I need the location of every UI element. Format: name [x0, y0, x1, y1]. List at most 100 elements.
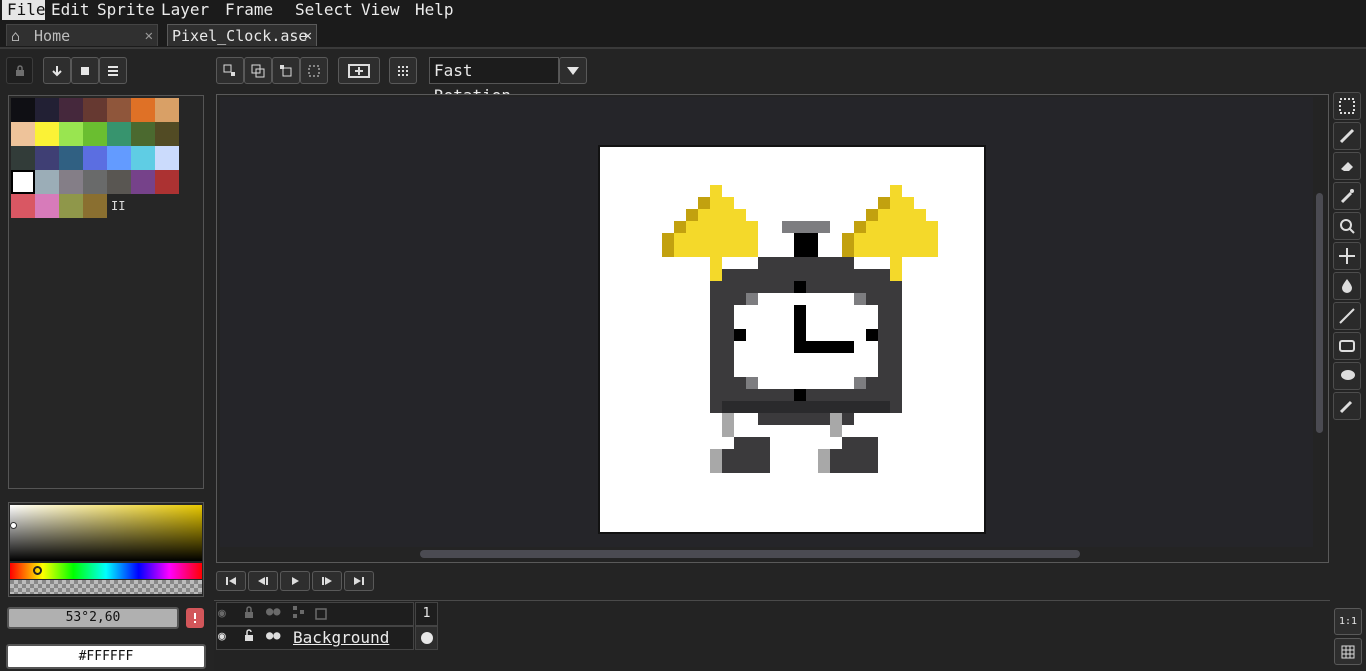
move-tool-icon[interactable]	[1333, 242, 1361, 270]
palette-swatch[interactable]	[83, 194, 107, 218]
eye-header-icon[interactable]: ◉	[218, 606, 226, 621]
spray-tool-icon[interactable]	[1333, 392, 1361, 420]
bucket-tool-icon[interactable]	[1333, 272, 1361, 300]
next-frame-button[interactable]	[312, 571, 342, 591]
grid-button[interactable]	[389, 57, 417, 84]
palette-swatch[interactable]	[107, 146, 131, 170]
palette-swatch[interactable]	[155, 170, 179, 194]
rectangle-tool-icon[interactable]	[1333, 332, 1361, 360]
palette-swatch[interactable]	[59, 170, 83, 194]
palette-swatch[interactable]	[11, 194, 35, 218]
menu-select[interactable]: Select	[295, 0, 353, 20]
continuous-header-icon[interactable]: ●●	[266, 604, 280, 618]
sv-cursor[interactable]	[10, 522, 17, 529]
previous-frame-button[interactable]	[248, 571, 278, 591]
frame-header-icon[interactable]	[315, 605, 327, 624]
right-bell	[890, 185, 902, 197]
palette-swatch[interactable]	[83, 146, 107, 170]
palette-swatch[interactable]	[35, 194, 59, 218]
play-button[interactable]	[280, 571, 310, 591]
palette-swatch[interactable]	[131, 98, 155, 122]
transform-button-2[interactable]	[244, 57, 272, 84]
close-icon[interactable]: ✕	[304, 25, 312, 47]
menu-frame[interactable]: Frame	[225, 0, 273, 20]
frame-cel[interactable]	[415, 626, 438, 650]
alpha-slider[interactable]	[10, 580, 202, 594]
hue-cursor[interactable]	[33, 566, 42, 575]
palette-swatch[interactable]	[11, 170, 35, 194]
eraser-tool-icon[interactable]	[1333, 152, 1361, 180]
menu-layer[interactable]: Layer	[161, 0, 209, 20]
menu-file[interactable]: File	[2, 0, 46, 20]
lock-icon[interactable]	[6, 57, 33, 84]
close-icon[interactable]: ✕	[145, 25, 153, 47]
palette-swatch[interactable]	[131, 122, 155, 146]
palette-swatch[interactable]	[35, 146, 59, 170]
palette-swatch[interactable]	[155, 122, 179, 146]
palette-swatch[interactable]	[59, 98, 83, 122]
palette-down-button[interactable]	[43, 57, 71, 84]
grid-toggle-icon[interactable]	[1334, 638, 1362, 665]
marquee-tool-icon[interactable]	[1333, 92, 1361, 120]
transform-button-3[interactable]	[272, 57, 300, 84]
warning-icon[interactable]	[186, 608, 204, 628]
palette-swatch[interactable]	[11, 122, 35, 146]
palette-swatch[interactable]	[59, 194, 83, 218]
left-bell-shadow	[698, 197, 710, 209]
hsv-field[interactable]: 53°2,60	[7, 607, 179, 629]
eyedropper-tool-icon[interactable]	[1333, 182, 1361, 210]
palette-swatch[interactable]	[83, 98, 107, 122]
palette-swatch[interactable]	[59, 122, 83, 146]
clock-body	[722, 401, 890, 413]
unlock-icon[interactable]	[243, 628, 255, 647]
palette-swatch[interactable]	[131, 146, 155, 170]
eye-icon[interactable]: ◉	[218, 629, 226, 644]
palette-swatch[interactable]	[35, 98, 59, 122]
rotation-algorithm-select[interactable]: Fast Rotation	[429, 57, 559, 105]
saturation-value-box[interactable]	[10, 505, 202, 561]
palette-swatch[interactable]	[83, 122, 107, 146]
clock-body	[758, 257, 854, 269]
cel-dot-icon	[420, 632, 433, 644]
palette-menu-button[interactable]	[99, 57, 127, 84]
palette-swatch[interactable]	[11, 98, 35, 122]
auto-guides-button[interactable]	[338, 57, 380, 84]
palette-swatch[interactable]	[155, 146, 179, 170]
lasso-tool-icon[interactable]	[1333, 362, 1361, 390]
palette-square-button[interactable]	[71, 57, 99, 84]
palette-swatch[interactable]	[11, 146, 35, 170]
transform-button-4[interactable]	[300, 57, 328, 84]
last-frame-button[interactable]	[344, 571, 374, 591]
pencil-tool-icon[interactable]	[1333, 122, 1361, 150]
menu-edit[interactable]: Edit	[51, 0, 90, 20]
menu-view[interactable]: View	[361, 0, 400, 20]
vertical-scrollbar[interactable]	[1316, 193, 1323, 433]
continuous-icon[interactable]: ●●	[266, 628, 280, 642]
menu-sprite[interactable]: Sprite	[97, 0, 155, 20]
frame-number-header[interactable]: 1	[415, 602, 438, 626]
tab-home[interactable]: ⌂ Home ✕	[6, 24, 158, 46]
palette-swatch[interactable]	[155, 98, 179, 122]
palette-swatch[interactable]	[131, 170, 155, 194]
palette-swatch[interactable]	[35, 170, 59, 194]
rotation-dropdown-button[interactable]	[559, 57, 587, 84]
lock-header-icon[interactable]	[243, 605, 255, 624]
tab-document[interactable]: Pixel_Clock.ase ✕	[167, 24, 317, 46]
transform-button-1[interactable]	[216, 57, 244, 84]
palette-swatch[interactable]	[107, 122, 131, 146]
layers-header-icon[interactable]	[292, 604, 306, 623]
palette-swatch[interactable]	[107, 98, 131, 122]
sprite-canvas[interactable]	[598, 145, 986, 534]
palette-swatch[interactable]	[59, 146, 83, 170]
menu-help[interactable]: Help	[415, 0, 454, 20]
palette-swatch[interactable]	[107, 170, 131, 194]
layer-name[interactable]: Background	[293, 628, 389, 647]
palette-swatch[interactable]	[83, 170, 107, 194]
zoom-1-1-icon[interactable]: 1:1	[1334, 608, 1362, 635]
horizontal-scrollbar[interactable]	[420, 550, 1080, 558]
hex-field[interactable]: #FFFFFF	[6, 644, 206, 669]
first-frame-button[interactable]	[216, 571, 246, 591]
palette-swatch[interactable]	[35, 122, 59, 146]
line-tool-icon[interactable]	[1333, 302, 1361, 330]
zoom-tool-icon[interactable]	[1333, 212, 1361, 240]
